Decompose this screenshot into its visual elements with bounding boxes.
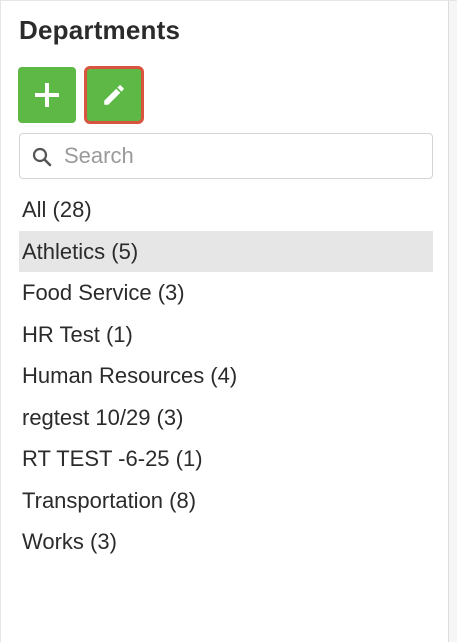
list-item[interactable]: HR Test (1) bbox=[19, 314, 433, 356]
page-title: Departments bbox=[19, 15, 181, 45]
list-item[interactable]: RT TEST -6-25 (1) bbox=[19, 438, 433, 480]
plus-icon bbox=[34, 82, 60, 108]
department-list: All (28) Athletics (5) Food Service (3) HR … bbox=[19, 189, 433, 563]
panel-divider bbox=[448, 1, 457, 642]
list-item[interactable]: Athletics (5) bbox=[19, 230, 433, 272]
search-input[interactable] bbox=[64, 140, 414, 172]
search-box[interactable] bbox=[19, 133, 433, 179]
list-item[interactable]: Food Service (3) bbox=[19, 272, 433, 314]
add-department-button[interactable] bbox=[18, 67, 76, 123]
pencil-icon bbox=[101, 82, 127, 108]
search-icon bbox=[32, 147, 52, 172]
list-item[interactable]: regtest 10/29 (3) bbox=[19, 397, 433, 439]
list-item[interactable]: Transportation (8) bbox=[19, 480, 433, 522]
departments-panel: Departments All (28)Athletics (5)Food Se… bbox=[0, 0, 457, 642]
list-item[interactable]: Works (3) bbox=[19, 521, 433, 563]
list-item[interactable]: All (28) bbox=[19, 189, 433, 231]
list-item[interactable]: Human Resources (4) bbox=[19, 355, 433, 397]
edit-department-button[interactable] bbox=[84, 66, 144, 124]
